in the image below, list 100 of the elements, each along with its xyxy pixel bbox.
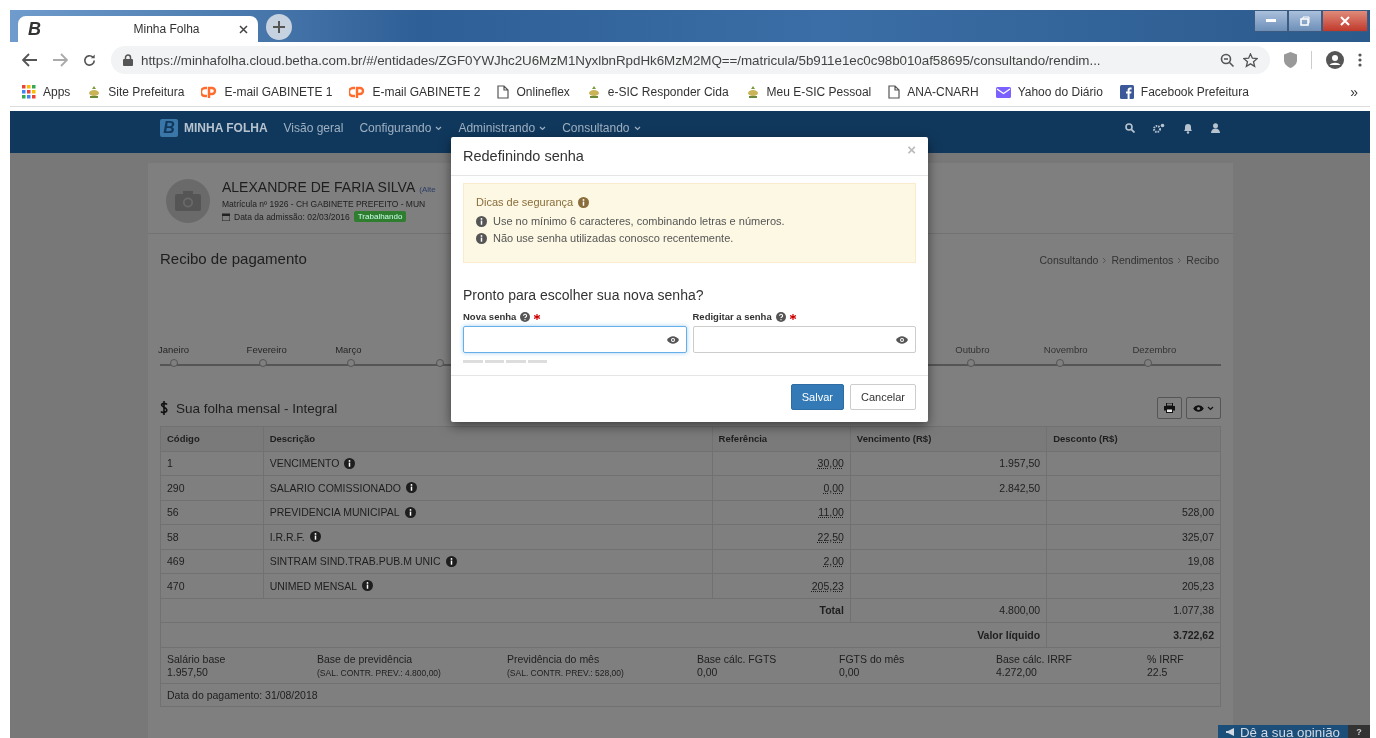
table-cell: 2,00 xyxy=(823,555,844,568)
more-bookmarks-button[interactable]: » xyxy=(1350,84,1358,100)
timeline-dot[interactable] xyxy=(1055,359,1064,367)
print-button[interactable] xyxy=(1157,397,1182,419)
table-cell: 1 xyxy=(160,451,264,476)
column-header: Vencimento (R$) xyxy=(850,426,1047,451)
bookmark[interactable]: Apps xyxy=(22,85,71,99)
table-cell: 469 xyxy=(160,549,264,574)
timeline-dot[interactable] xyxy=(1144,359,1153,367)
bookmark[interactable]: ANA-CNARH xyxy=(888,85,979,99)
settings-icon[interactable] xyxy=(1153,123,1165,133)
info-icon xyxy=(445,555,457,567)
total-value: 4.800,00 xyxy=(999,604,1041,617)
breadcrumb-link[interactable]: Rendimentos xyxy=(1111,254,1174,266)
bookmark[interactable]: E-mail GABINETE 2 xyxy=(349,85,481,99)
close-window-button[interactable] xyxy=(1322,10,1368,32)
shield-icon[interactable] xyxy=(1284,52,1297,68)
timeline-dot[interactable] xyxy=(435,359,444,367)
password-field[interactable] xyxy=(692,326,916,353)
month-label[interactable]: Novembro xyxy=(1043,344,1133,355)
column-header: Descrição xyxy=(263,426,713,451)
dialog-question: Pronto para escolher sua nova senha? xyxy=(463,287,705,303)
back-arrow-icon[interactable] xyxy=(22,53,38,67)
save-button[interactable]: Salvar xyxy=(790,384,844,410)
minimize-button[interactable] xyxy=(1254,10,1288,32)
info-icon xyxy=(344,457,356,469)
summary-label: Base cálc. FGTS xyxy=(697,652,778,665)
eye-icon[interactable] xyxy=(896,335,908,344)
breadcrumb-link[interactable]: Recibo xyxy=(1186,254,1219,266)
new-tab-button[interactable] xyxy=(266,14,292,40)
bookmark[interactable]: Facebook Prefeitura xyxy=(1119,85,1249,99)
nav-item[interactable]: Configurando xyxy=(359,121,443,135)
column-header: Código xyxy=(160,426,264,451)
month-label[interactable]: Fevereiro xyxy=(246,344,336,355)
column-header: Referência xyxy=(712,426,851,451)
summary-label: Salário base xyxy=(167,652,227,665)
bookmark[interactable]: e-SIC Responder Cida xyxy=(586,85,729,99)
star-icon[interactable] xyxy=(1243,52,1258,68)
page-title: Recibo de pagamento xyxy=(160,250,307,267)
account-icon[interactable] xyxy=(1326,51,1344,69)
zoom-out-icon[interactable] xyxy=(1220,52,1235,68)
view-dropdown-button[interactable] xyxy=(1186,397,1221,419)
breadcrumb-link[interactable]: Consultando xyxy=(1039,254,1099,266)
field-label: Redigitar a senha xyxy=(692,311,772,322)
lock-icon xyxy=(123,54,133,66)
info-icon xyxy=(578,196,590,208)
help-icon xyxy=(520,311,531,322)
bookmark[interactable]: E-mail GABINETE 1 xyxy=(201,85,333,99)
address-bar[interactable]: https://minhafolha.cloud.betha.com.br/#/entidades/ZGF0YWJhc2U6MzM1NyxlbnRpdHk6MzM2MQ==/matricula/5b911e1ec0c98b010af58695/consultando/rendim... xyxy=(111,46,1270,74)
nav-item[interactable]: Visão geral xyxy=(283,121,344,135)
menu-icon[interactable] xyxy=(1358,53,1362,67)
user-icon[interactable] xyxy=(1211,123,1220,133)
crest-icon xyxy=(745,85,760,99)
caret-icon xyxy=(1207,405,1214,411)
betha-logo-icon: B xyxy=(28,18,124,40)
summary-value: 22.5 xyxy=(1147,665,1169,678)
table-cell: 11,00 xyxy=(818,506,844,519)
search-icon[interactable] xyxy=(1125,123,1135,133)
table-cell: UNIMED MENSAL xyxy=(269,579,358,592)
nav-item[interactable]: Administrando xyxy=(458,121,547,135)
month-label[interactable]: Outubro xyxy=(955,344,1044,355)
timeline-dot[interactable] xyxy=(967,359,976,367)
help-button[interactable]: ? xyxy=(1348,725,1370,738)
table-cell: 470 xyxy=(160,573,264,598)
info-icon xyxy=(405,482,417,494)
close-icon xyxy=(1340,16,1350,26)
restore-button[interactable] xyxy=(1288,10,1322,32)
bookmark[interactable]: Meu E-SIC Pessoal xyxy=(745,85,872,99)
month-label[interactable]: Março xyxy=(335,344,424,355)
eye-icon[interactable] xyxy=(666,335,679,344)
month-label[interactable]: Dezembro xyxy=(1132,344,1221,355)
crest-icon xyxy=(586,85,601,99)
timeline-dot[interactable] xyxy=(258,359,267,367)
summary-label: FGTS do mês xyxy=(839,652,906,665)
tips-title: Dicas de segurança xyxy=(476,196,574,208)
employee-name: ALEXANDRE DE FARIA SILVA xyxy=(222,179,416,195)
registration-text: Matrícula nº 1926 - CH GABINETE PREFEITO - MUN xyxy=(222,199,427,209)
browser-tab[interactable]: B Minha Folha xyxy=(18,16,258,42)
field-label: Nova senha xyxy=(463,311,517,322)
help-icon xyxy=(775,311,786,322)
info-icon xyxy=(309,531,321,543)
megaphone-icon xyxy=(1225,728,1235,736)
bookmark[interactable]: Site Prefeitura xyxy=(87,85,185,99)
bookmark[interactable]: Onlineflex xyxy=(497,85,570,99)
nav-item[interactable]: Consultando xyxy=(562,121,641,135)
table-cell: 56 xyxy=(160,500,264,525)
timeline-dot[interactable] xyxy=(170,359,178,367)
cancel-button[interactable]: Cancelar xyxy=(849,384,916,410)
table-cell: 19,08 xyxy=(1187,555,1214,568)
month-label[interactable]: Janeiro xyxy=(158,344,247,355)
tip-text: Não use senha utilizadas conosco recentemente. xyxy=(493,232,734,244)
app-brand: MINHA FOLHA xyxy=(184,121,268,135)
bell-icon[interactable] xyxy=(1183,122,1193,134)
restore-icon xyxy=(1300,16,1310,26)
reload-icon[interactable] xyxy=(82,52,97,68)
password-field[interactable] xyxy=(463,326,687,353)
envelope-icon xyxy=(995,86,1011,98)
bookmark[interactable]: Yahoo do Diário xyxy=(995,85,1103,99)
timeline-dot[interactable] xyxy=(347,359,356,367)
cpanel-logo-icon xyxy=(201,86,218,98)
